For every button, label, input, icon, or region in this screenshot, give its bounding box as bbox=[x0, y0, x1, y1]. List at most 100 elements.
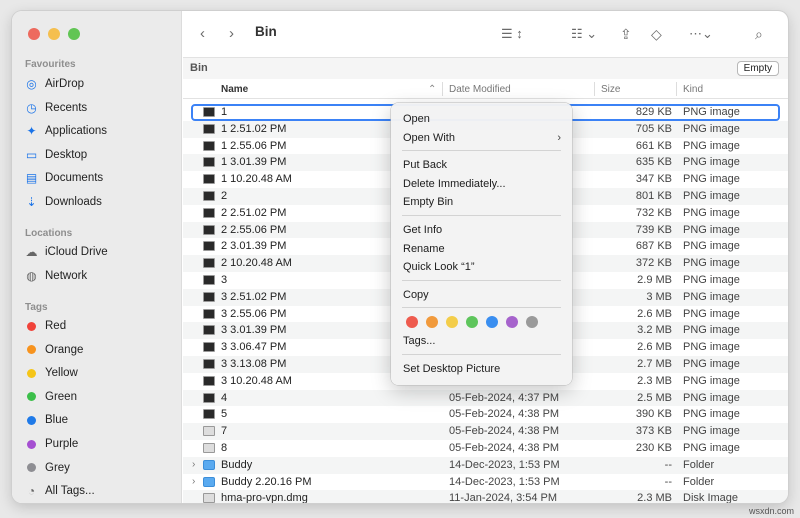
tag-color-swatch[interactable] bbox=[446, 316, 458, 329]
file-row[interactable]: › Buddy 14-Dec-2023, 1:53 PM -- Folder bbox=[183, 456, 788, 474]
more-actions-icon[interactable]: ⋯⌄ bbox=[689, 24, 713, 44]
list-view-icon[interactable]: ☰ ↕ bbox=[501, 24, 523, 44]
sidebar-item-documents[interactable]: ▤ Documents bbox=[25, 168, 103, 188]
file-size: 687 KB bbox=[635, 240, 672, 253]
sidebar-item-red[interactable]: Red bbox=[25, 316, 66, 336]
file-row[interactable]: › Buddy 2.20.16 PM 14-Dec-2023, 1:53 PM -- F… bbox=[183, 474, 788, 491]
sidebar-item-label: Purple bbox=[45, 438, 79, 450]
menu-item-quick-look-1[interactable]: Quick Look “1” bbox=[403, 258, 561, 276]
sidebar-item-label: Recents bbox=[45, 101, 88, 114]
file-size: 801 KB bbox=[635, 189, 672, 202]
close-button[interactable] bbox=[28, 28, 40, 40]
sidebar-item-recents[interactable]: ◷ Recents bbox=[25, 98, 87, 118]
file-name: Buddy bbox=[221, 458, 253, 471]
back-icon[interactable]: ‹ bbox=[200, 24, 205, 44]
globe-icon: ◍ bbox=[26, 268, 37, 283]
sidebar-item-green[interactable]: Green bbox=[25, 387, 77, 407]
menu-item-get-info[interactable]: Get Info bbox=[403, 221, 561, 239]
column-size[interactable]: Size bbox=[601, 84, 620, 95]
menu-item-empty-bin[interactable]: Empty Bin bbox=[403, 193, 561, 211]
file-row[interactable]: 7 05-Feb-2024, 4:38 PM 373 KB PNG image bbox=[183, 423, 788, 440]
menu-item-tags[interactable]: Tags... bbox=[403, 332, 561, 350]
tag-color-swatch[interactable] bbox=[406, 316, 418, 329]
file-row[interactable]: hma-pro-vpn.dmg 11-Jan-2024, 3:54 PM 2.3 M… bbox=[183, 490, 788, 503]
empty-bin-button[interactable]: Empty bbox=[736, 61, 779, 76]
column-divider bbox=[676, 82, 677, 96]
tag-icon[interactable]: ◇ bbox=[651, 24, 662, 44]
zoom-button[interactable] bbox=[68, 28, 80, 40]
sidebar-item-label: Downloads bbox=[45, 196, 102, 208]
menu-item-delete-immediately[interactable]: Delete Immediately... bbox=[403, 175, 561, 193]
sidebar-item-airdrop[interactable]: ◎ AirDrop bbox=[25, 74, 84, 94]
file-row[interactable]: 4 05-Feb-2024, 4:37 PM 2.5 MB PNG image bbox=[183, 389, 788, 407]
tag-color-swatch[interactable] bbox=[466, 316, 478, 329]
menu-separator bbox=[402, 215, 561, 216]
folder-icon bbox=[203, 476, 215, 487]
sidebar-item-downloads[interactable]: ⇣ Downloads bbox=[25, 192, 102, 212]
sidebar-item-icloud-drive[interactable]: ☁ iCloud Drive bbox=[25, 242, 108, 262]
tag-color-swatch[interactable] bbox=[426, 316, 438, 329]
image-file-icon bbox=[203, 325, 215, 336]
sidebar-item-label: Documents bbox=[45, 172, 104, 185]
share-icon[interactable]: ⇪ bbox=[620, 24, 632, 44]
desktop-icon: ▭ bbox=[25, 147, 38, 162]
file-size: 347 KB bbox=[635, 173, 672, 186]
toolbar: ‹ › Bin ☰ ↕ ☷ ⌄ ⇪ ◇ ⋯⌄ ⌕ bbox=[183, 11, 788, 57]
file-size: 635 KB bbox=[635, 156, 672, 169]
file-row[interactable]: 5 05-Feb-2024, 4:38 PM 390 KB PNG image bbox=[183, 406, 788, 423]
file-kind: PNG image bbox=[683, 341, 740, 354]
column-name[interactable]: Name bbox=[221, 84, 248, 95]
file-name: 7 bbox=[221, 425, 228, 438]
sidebar-item-grey[interactable]: Grey bbox=[25, 458, 70, 478]
menu-item-open-with[interactable]: Open With › bbox=[403, 129, 561, 147]
file-name: 3 bbox=[221, 273, 228, 286]
sidebar-item-yellow[interactable]: Yellow bbox=[25, 363, 78, 383]
menu-item-set-desktop-picture[interactable]: Set Desktop Picture bbox=[403, 360, 561, 378]
file-date: 14-Dec-2023, 1:53 PM bbox=[449, 458, 560, 471]
column-kind[interactable]: Kind bbox=[683, 84, 703, 95]
tags-header: Tags bbox=[25, 302, 48, 313]
menu-item-open[interactable]: Open bbox=[403, 110, 561, 128]
column-date[interactable]: Date Modified bbox=[449, 84, 511, 95]
disclosure-chevron-icon[interactable]: › bbox=[192, 459, 195, 470]
sidebar-item-label: Orange bbox=[45, 343, 84, 356]
file-size: 230 KB bbox=[635, 441, 672, 454]
menu-item-copy[interactable]: Copy bbox=[403, 286, 561, 304]
submenu-chevron-icon: › bbox=[557, 131, 561, 144]
image-file-icon bbox=[203, 258, 215, 269]
menu-item-label: Open bbox=[403, 113, 430, 125]
sidebar-item-network[interactable]: ◍ Network bbox=[25, 266, 87, 286]
tag-color-swatch[interactable] bbox=[526, 316, 538, 329]
file-kind: Folder bbox=[683, 475, 715, 488]
disclosure-chevron-icon[interactable]: › bbox=[192, 476, 195, 487]
file-size: 739 KB bbox=[635, 223, 672, 236]
sidebar-item-desktop[interactable]: ▭ Desktop bbox=[25, 145, 87, 165]
file-name: 3 3.13.08 PM bbox=[221, 357, 287, 370]
menu-item-rename[interactable]: Rename bbox=[403, 240, 561, 258]
minimize-button[interactable] bbox=[48, 28, 60, 40]
window-controls bbox=[28, 28, 80, 40]
file-size: 2.3 MB bbox=[637, 492, 672, 503]
file-size: 705 KB bbox=[635, 122, 672, 135]
sidebar-item-applications[interactable]: ✦ Applications bbox=[25, 121, 107, 141]
menu-item-put-back[interactable]: Put Back bbox=[403, 156, 561, 174]
sidebar-item-all-tags[interactable]: ◔ All Tags... bbox=[25, 481, 95, 501]
file-row[interactable]: 8 05-Feb-2024, 4:38 PM 230 KB PNG image bbox=[183, 440, 788, 457]
disk-image-icon bbox=[203, 493, 215, 503]
group-icon[interactable]: ☷ ⌄ bbox=[571, 24, 597, 44]
sidebar-item-purple[interactable]: Purple bbox=[25, 434, 78, 454]
file-size: 2.5 MB bbox=[637, 391, 672, 404]
menu-separator bbox=[402, 307, 561, 309]
search-icon[interactable]: ⌕ bbox=[755, 24, 763, 44]
image-file-icon bbox=[203, 241, 215, 252]
sidebar-item-blue[interactable]: Blue bbox=[25, 410, 68, 430]
favourites-header: Favourites bbox=[25, 59, 76, 70]
tag-color-swatch[interactable] bbox=[506, 316, 518, 329]
file-kind: PNG image bbox=[683, 307, 740, 320]
forward-icon[interactable]: › bbox=[229, 24, 234, 44]
sidebar-item-orange[interactable]: Orange bbox=[25, 340, 83, 360]
tag-color-swatch[interactable] bbox=[486, 316, 498, 329]
menu-item-label: Rename bbox=[403, 242, 445, 255]
sidebar-item-label: Network bbox=[45, 269, 88, 282]
file-name: 3 3.01.39 PM bbox=[221, 324, 287, 337]
